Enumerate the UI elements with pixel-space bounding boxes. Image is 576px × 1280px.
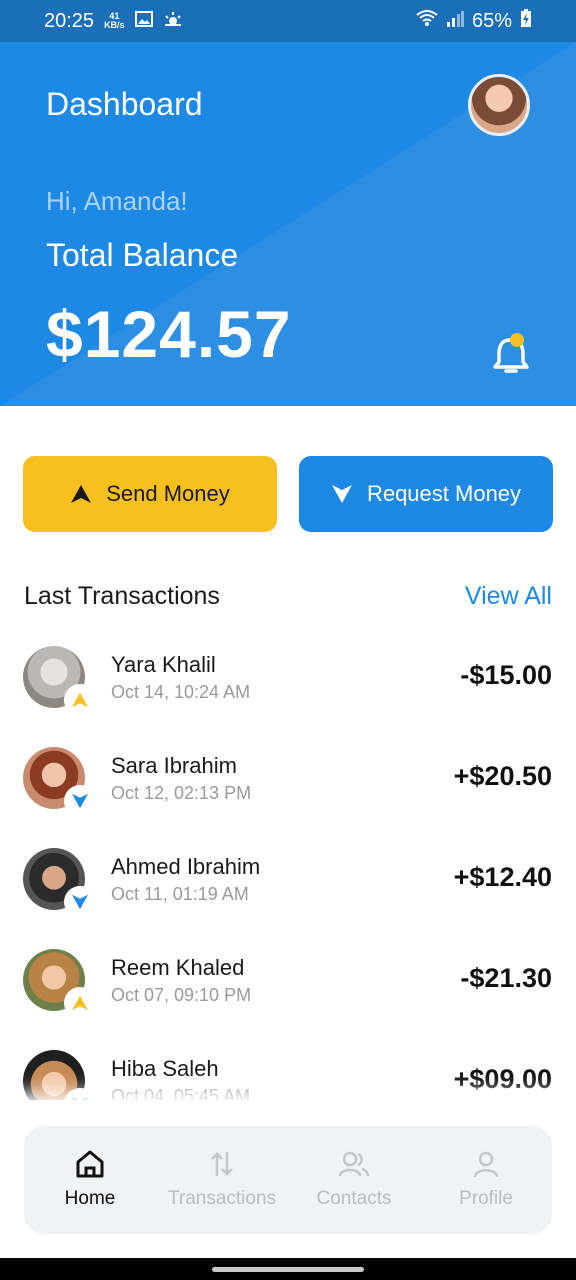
battery-percent: 65% <box>471 9 512 32</box>
received-badge <box>64 785 96 817</box>
sent-badge <box>64 987 96 1019</box>
weather-icon <box>163 10 183 33</box>
transaction-date: Oct 12, 02:13 PM <box>111 783 252 803</box>
send-money-button[interactable]: Send Money <box>23 456 277 532</box>
page-title: Dashboard <box>46 86 203 122</box>
signal-icon <box>446 10 464 33</box>
sent-icon <box>72 995 88 1011</box>
received-icon <box>72 894 88 910</box>
notification-dot <box>510 333 524 347</box>
sent-icon <box>72 692 88 708</box>
system-nav-bar <box>0 1258 576 1280</box>
battery-icon <box>520 9 532 33</box>
nav-item-profile[interactable]: Profile <box>420 1126 552 1234</box>
list-item[interactable]: Sara Ibrahim Oct 12, 02:13 PM +$20.50 <box>0 741 576 842</box>
request-arrow-icon <box>331 485 352 503</box>
contacts-icon <box>338 1151 370 1177</box>
transaction-amount: -$15.00 <box>460 660 552 690</box>
transaction-date: Oct 07, 09:10 PM <box>111 985 252 1005</box>
transaction-date: Oct 14, 10:24 AM <box>111 682 251 702</box>
transactions-icon <box>211 1152 233 1176</box>
nav-item-contacts[interactable]: Contacts <box>288 1126 420 1234</box>
transaction-amount: +$12.40 <box>453 862 552 892</box>
image-icon <box>134 10 153 33</box>
greeting: Hi, Amanda! <box>46 186 188 216</box>
request-money-button[interactable]: Request Money <box>299 456 553 532</box>
transaction-amount: +$20.50 <box>453 761 552 791</box>
section-title: Last Transactions <box>24 582 220 610</box>
send-money-label: Send Money <box>106 481 230 506</box>
balance-value: $124.57 <box>46 297 292 371</box>
contact-name: Yara Khalil <box>111 652 216 677</box>
send-arrow-icon <box>71 485 92 503</box>
home-gesture-handle[interactable] <box>212 1267 364 1272</box>
transaction-list: Yara Khalil Oct 14, 10:24 AM -$15.00 Sar… <box>0 640 576 1145</box>
wifi-icon <box>416 9 438 33</box>
balance-header: Dashboard Hi, Amanda! Total Balance $124… <box>0 42 576 406</box>
status-bar: 20:25 41 KB/s 65% <box>0 0 576 42</box>
contact-name: Hiba Saleh <box>111 1056 219 1081</box>
avatar[interactable] <box>468 74 530 136</box>
list-item[interactable]: Ahmed Ibrahim Oct 11, 01:19 AM +$12.40 <box>0 842 576 943</box>
network-speed: 41 KB/s <box>104 11 125 30</box>
list-item[interactable]: Reem Khaled Oct 07, 09:10 PM -$21.30 <box>0 943 576 1044</box>
nav-label: Home <box>64 1188 116 1209</box>
received-badge <box>64 886 96 918</box>
clock: 20:25 <box>44 9 95 32</box>
contact-name: Reem Khaled <box>111 955 245 980</box>
profile-icon <box>473 1151 499 1178</box>
notification-button[interactable] <box>490 330 534 378</box>
request-money-label: Request Money <box>366 481 522 506</box>
contact-name: Ahmed Ibrahim <box>111 854 261 879</box>
list-item[interactable]: Yara Khalil Oct 14, 10:24 AM -$15.00 <box>0 640 576 741</box>
transaction-amount: -$21.30 <box>460 963 552 993</box>
sent-badge <box>64 684 96 716</box>
contact-name: Sara Ibrahim <box>111 753 237 778</box>
balance-label: Total Balance <box>46 237 239 273</box>
transaction-date: Oct 11, 01:19 AM <box>111 884 249 904</box>
received-icon <box>72 793 88 809</box>
bell-icon <box>493 333 529 373</box>
view-all-link[interactable]: View All <box>465 582 552 611</box>
nav-label: Profile <box>459 1188 513 1209</box>
bottom-nav: Home Transactions Contacts Profile <box>24 1126 552 1234</box>
nav-item-home[interactable]: Home <box>24 1126 156 1234</box>
nav-label: Contacts <box>316 1188 392 1209</box>
transaction-amount: +$09.00 <box>453 1064 552 1094</box>
nav-item-transactions[interactable]: Transactions <box>156 1126 288 1234</box>
nav-label: Transactions <box>167 1188 277 1209</box>
home-icon <box>76 1150 104 1178</box>
